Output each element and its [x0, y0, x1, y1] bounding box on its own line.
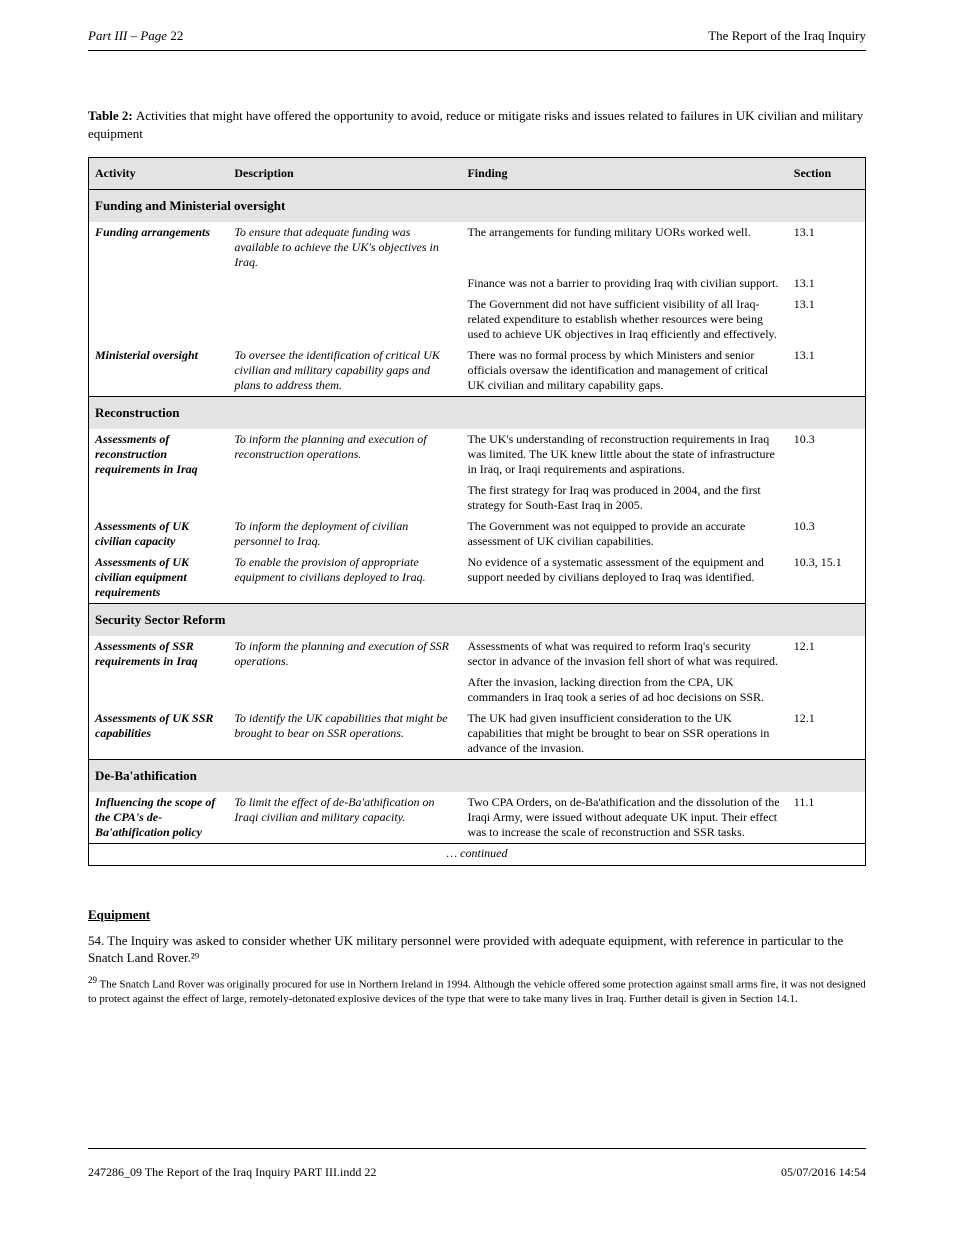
category-row: Reconstruction	[89, 397, 866, 430]
table-cell: The arrangements for funding military UO…	[461, 222, 787, 273]
table-cell	[228, 294, 461, 345]
table-cell: Finance was not a barrier to providing I…	[461, 273, 787, 294]
category-cell: Funding and Ministerial oversight	[89, 190, 866, 223]
table-cell: 10.3	[788, 516, 866, 552]
table-cell: Two CPA Orders, on de-Ba'athification an…	[461, 792, 787, 844]
table-cell: No evidence of a systematic assessment o…	[461, 552, 787, 604]
table-header-row: Activity Description Finding Section	[89, 158, 866, 190]
footnote-text: The Snatch Land Rover was originally pro…	[88, 978, 866, 1004]
table-row: Assessments of UK civilian capacityTo in…	[89, 516, 866, 552]
table-cell: 11.1	[788, 792, 866, 844]
header-page-number: 22	[170, 28, 183, 43]
table-cell: To identify the UK capabilities that mig…	[228, 708, 461, 760]
table-cell: Assessments of what was required to refo…	[461, 636, 787, 672]
table-cell	[228, 273, 461, 294]
category-row: Security Sector Reform	[89, 604, 866, 637]
category-cell: De-Ba'athification	[89, 760, 866, 793]
table-cell: Assessments of UK SSR capabilities	[89, 708, 229, 760]
header-rule	[88, 50, 866, 51]
table-cell: The Government was not equipped to provi…	[461, 516, 787, 552]
table-row: Assessments of SSR requirements in IraqT…	[89, 636, 866, 672]
section-heading: Equipment	[88, 906, 866, 924]
table-label-text: Activities that might have offered the o…	[88, 108, 863, 141]
table-cell: The first strategy for Iraq was produced…	[461, 480, 787, 516]
header-right: The Report of the Iraq Inquiry	[708, 28, 866, 44]
section-paragraph: 54. The Inquiry was asked to consider wh…	[88, 932, 866, 967]
table-row: Assessments of UK civilian equipment req…	[89, 552, 866, 604]
footnote-marker: 29	[88, 975, 97, 985]
continued-row: … continued	[89, 844, 866, 866]
category-cell: Security Sector Reform	[89, 604, 866, 637]
table-cell: To inform the planning and execution of …	[228, 429, 461, 480]
table-cell: 10.3, 15.1	[788, 552, 866, 604]
table-cell: Assessments of UK civilian capacity	[89, 516, 229, 552]
table-cell	[89, 480, 229, 516]
table-cell: After the invasion, lacking direction fr…	[461, 672, 787, 708]
table-cell	[89, 273, 229, 294]
header-page-label: Part III – Page	[88, 28, 170, 43]
table-label: Table 2: Activities that might have offe…	[88, 108, 863, 141]
para-line-1: 54. The Inquiry was asked to consider wh…	[88, 933, 559, 948]
table-cell	[788, 480, 866, 516]
table-cell: The UK's understanding of reconstruction…	[461, 429, 787, 480]
table-cell: 12.1	[788, 636, 866, 672]
table-label-prefix: Table 2:	[88, 108, 136, 123]
table-cell: There was no formal process by which Min…	[461, 345, 787, 397]
table-row: Assessments of reconstruction requiremen…	[89, 429, 866, 480]
table-row: Finance was not a barrier to providing I…	[89, 273, 866, 294]
table-cell	[788, 672, 866, 708]
continued-cell: … continued	[89, 844, 866, 866]
table-cell: To ensure that adequate funding was avai…	[228, 222, 461, 273]
table-cell: Assessments of UK civilian equipment req…	[89, 552, 229, 604]
table-cell: To limit the effect of de-Ba'athificatio…	[228, 792, 461, 844]
table-cell: The Government did not have sufficient v…	[461, 294, 787, 345]
table-cell: To oversee the identification of critica…	[228, 345, 461, 397]
footnote: 29 The Snatch Land Rover was originally …	[88, 975, 866, 1006]
col-activity: Activity	[89, 158, 229, 190]
footer-rule	[88, 1148, 866, 1149]
table-row: Assessments of UK SSR capabilitiesTo ide…	[89, 708, 866, 760]
table-cell: Assessments of reconstruction requiremen…	[89, 429, 229, 480]
col-section: Section	[788, 158, 866, 190]
table-cell	[89, 672, 229, 708]
table-cell: 13.1	[788, 294, 866, 345]
table-cell: Assessments of SSR requirements in Iraq	[89, 636, 229, 672]
table-cell: Influencing the scope of the CPA's de-Ba…	[89, 792, 229, 844]
col-description: Description	[228, 158, 461, 190]
table-cell: 13.1	[788, 345, 866, 397]
table-cell: Ministerial oversight	[89, 345, 229, 397]
table-cell	[228, 480, 461, 516]
table-cell: To inform the deployment of civilian per…	[228, 516, 461, 552]
table-cell: Funding arrangements	[89, 222, 229, 273]
table-row: After the invasion, lacking direction fr…	[89, 672, 866, 708]
header-left: Part III – Page 22	[88, 28, 183, 44]
table-cell: 13.1	[788, 273, 866, 294]
category-row: De-Ba'athification	[89, 760, 866, 793]
table-row: Ministerial oversightTo oversee the iden…	[89, 345, 866, 397]
table-cell	[228, 672, 461, 708]
table-cell: To inform the planning and execution of …	[228, 636, 461, 672]
footer-left: 247286_09 The Report of the Iraq Inquiry…	[88, 1165, 376, 1180]
category-cell: Reconstruction	[89, 397, 866, 430]
table-cell: To enable the provision of appropriate e…	[228, 552, 461, 604]
table-row: Funding arrangementsTo ensure that adequ…	[89, 222, 866, 273]
table-row: Influencing the scope of the CPA's de-Ba…	[89, 792, 866, 844]
table-cell	[89, 294, 229, 345]
col-finding: Finding	[461, 158, 787, 190]
table-cell: 13.1	[788, 222, 866, 273]
footer-right: 05/07/2016 14:54	[781, 1165, 866, 1180]
category-row: Funding and Ministerial oversight	[89, 190, 866, 223]
table-row: The first strategy for Iraq was produced…	[89, 480, 866, 516]
table-row: The Government did not have sufficient v…	[89, 294, 866, 345]
table-cell: The UK had given insufficient considerat…	[461, 708, 787, 760]
findings-table: Activity Description Finding Section Fun…	[88, 157, 866, 866]
table-cell: 12.1	[788, 708, 866, 760]
table-cell: 10.3	[788, 429, 866, 480]
